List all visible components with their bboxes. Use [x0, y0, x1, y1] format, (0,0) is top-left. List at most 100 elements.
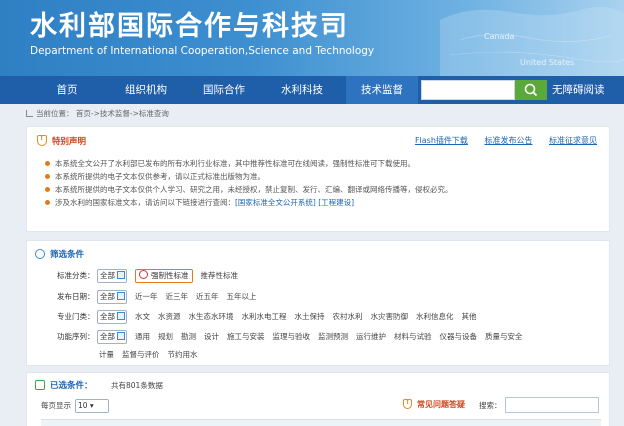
filter-panel: 筛选条件 标准分类： 全部 强制性标准 推荐性标准 发布日期： 全部 近一年 近三年 近五年五… [26, 240, 610, 366]
category-select[interactable]: 全部 [97, 269, 127, 283]
function-select[interactable]: 全部 [97, 330, 127, 344]
filter-label: 专业门类： [57, 312, 95, 321]
option-discipline[interactable]: 水生态水环境 [189, 312, 234, 321]
option-function[interactable]: 运行维护 [356, 332, 386, 341]
option-discipline[interactable]: 水利水电工程 [242, 312, 287, 321]
map-label: United States [520, 58, 575, 67]
option-discipline[interactable]: 农村水利 [333, 312, 363, 321]
option-function[interactable]: 规划 [158, 332, 173, 341]
checkbox-icon [117, 332, 125, 340]
search-icon [524, 83, 538, 97]
notice-links: Flash插件下载 标准发布公告 标准征求意见 [401, 135, 597, 146]
option-function[interactable]: 监理与验收 [273, 332, 311, 341]
filter-icon [35, 249, 45, 259]
select-value: 全部 [100, 312, 115, 321]
breadcrumb-prefix: 当前位置： [36, 109, 74, 118]
notice-title: 特别声明 [52, 137, 87, 147]
option-date[interactable]: 五年以上 [227, 292, 257, 301]
per-page-control: 每页显示 10 ▾ [41, 399, 109, 413]
option-function[interactable]: 监督与评价 [122, 350, 160, 359]
engineering-construction-link[interactable]: [工程建设] [318, 198, 354, 207]
filter-row-category: 标准分类： 全部 强制性标准 推荐性标准 [57, 268, 238, 284]
option-discipline[interactable]: 水资源 [158, 312, 181, 321]
filter-row-function-wrap: 计量 监督与评价 节约用水 [99, 347, 198, 363]
faq-link[interactable]: 常见问题答疑 [403, 398, 465, 410]
breadcrumb: 当前位置： 首页->技术监督->标准查询 [26, 104, 169, 124]
nav-item-supervision[interactable]: 技术监督 [346, 76, 418, 104]
notice-line: 涉及水利的国家标准文本，请访问以下链接进行查阅：[国家标准全文公开系统] [工程… [45, 196, 453, 209]
filter-row-discipline: 专业门类： 全部 水文 水资源 水生态水环境 水利水电工程 水土保持 农村水利 水灾害防御 水利信… [57, 309, 477, 325]
option-mandatory[interactable]: 强制性标准 [135, 269, 193, 283]
site-subtitle: Department of International Cooperation,… [30, 45, 375, 57]
option-function[interactable]: 仪器与设备 [440, 332, 478, 341]
accessible-reading-link[interactable]: 无障碍阅读 [552, 76, 605, 104]
select-value: 10 [78, 401, 88, 410]
faq-label: 常见问题答疑 [417, 400, 465, 409]
option-function[interactable]: 节约用水 [168, 350, 198, 359]
shield-icon [37, 134, 47, 146]
map-label: Canada [484, 32, 515, 41]
option-discipline[interactable]: 水文 [135, 312, 150, 321]
checkbox-icon [117, 312, 125, 320]
notice-line: 本系统所提供的电子文本仅供个人学习、研究之用，未经授权，禁止复制、发行、汇编、翻… [45, 185, 453, 194]
shield-icon [403, 398, 412, 409]
option-discipline[interactable]: 水土保持 [295, 312, 325, 321]
notice-line: 本系统全文公开了水利部已发布的所有水利行业标准，其中推荐性标准可在线阅读，强制性… [45, 157, 453, 170]
select-value: 全部 [100, 292, 115, 301]
option-date[interactable]: 近三年 [166, 292, 189, 301]
option-discipline[interactable]: 水利信息化 [416, 312, 454, 321]
notice-panel: 特别声明 Flash插件下载 标准发布公告 标准征求意见 本系统全文公开了水利部… [26, 126, 610, 232]
checkbox-icon [117, 292, 125, 300]
flash-download-link[interactable]: Flash插件下载 [415, 136, 468, 145]
option-function[interactable]: 监测预测 [318, 332, 348, 341]
option-function[interactable]: 材料与试验 [394, 332, 432, 341]
per-page-label: 每页显示 [41, 401, 71, 410]
national-standard-link[interactable]: [国家标准全文公开系统] [235, 198, 316, 207]
location-icon [26, 110, 33, 117]
option-function[interactable]: 施工与安装 [227, 332, 265, 341]
results-title: 已选条件： [50, 381, 93, 391]
filter-row-function: 功能序列： 全部 通用 规划 勘测 设计 施工与安装 监理与验收 监测预测 运行维护 材料与试验 仪器… [57, 329, 523, 345]
site-search-input[interactable] [421, 80, 515, 100]
notice-line-text: 涉及水利的国家标准文本，请访问以下链接进行查阅： [55, 198, 235, 207]
option-discipline[interactable]: 其他 [462, 312, 477, 321]
option-date[interactable]: 近五年 [196, 292, 219, 301]
mandatory-icon [139, 270, 148, 279]
nav-item-tech[interactable]: 水利科技 [268, 76, 336, 104]
site-title: 水利部国际合作与科技司 [30, 11, 349, 42]
filter-label: 标准分类： [57, 271, 95, 280]
filter-label: 功能序列： [57, 332, 95, 341]
option-function[interactable]: 设计 [204, 332, 219, 341]
option-discipline[interactable]: 水灾害防御 [371, 312, 409, 321]
results-count: 共有801条数据 [111, 381, 163, 390]
date-select[interactable]: 全部 [97, 290, 127, 304]
standard-comments-link[interactable]: 标准征求意见 [549, 136, 597, 145]
results-search-input[interactable] [505, 397, 599, 413]
filter-heading: 筛选条件 [35, 248, 84, 260]
site-search-button[interactable] [515, 80, 547, 100]
option-function[interactable]: 计量 [99, 350, 114, 359]
option-date[interactable]: 近一年 [135, 292, 158, 301]
filter-title: 筛选条件 [50, 250, 85, 260]
notice-lines: 本系统全文公开了水利部已发布的所有水利行业标准，其中推荐性标准可在线阅读，强制性… [45, 157, 453, 209]
results-table-header [41, 419, 601, 426]
option-function[interactable]: 质量与安全 [485, 332, 523, 341]
site-header: 水利部国际合作与科技司 Department of International … [0, 0, 624, 76]
option-recommended[interactable]: 推荐性标准 [201, 271, 239, 280]
nav-item-international[interactable]: 国际合作 [190, 76, 258, 104]
main-nav: 首页 组织机构 国际合作 水利科技 技术监督 无障碍阅读 [0, 76, 624, 104]
per-page-select[interactable]: 10 ▾ [75, 399, 109, 413]
filter-label: 发布日期： [57, 292, 95, 301]
select-value: 全部 [100, 271, 115, 280]
option-function[interactable]: 勘测 [181, 332, 196, 341]
nav-item-organization[interactable]: 组织机构 [112, 76, 180, 104]
discipline-select[interactable]: 全部 [97, 310, 127, 324]
option-label: 强制性标准 [151, 271, 189, 280]
option-function[interactable]: 通用 [135, 332, 150, 341]
filter-row-date: 发布日期： 全部 近一年 近三年 近五年 五年以上 [57, 289, 257, 305]
notice-heading: 特别声明 [37, 134, 87, 147]
breadcrumb-path[interactable]: 首页->技术监督->标准查询 [76, 109, 169, 118]
results-search-label: 搜索： [479, 401, 502, 410]
standard-announcement-link[interactable]: 标准发布公告 [484, 136, 532, 145]
nav-item-home[interactable]: 首页 [40, 76, 94, 104]
